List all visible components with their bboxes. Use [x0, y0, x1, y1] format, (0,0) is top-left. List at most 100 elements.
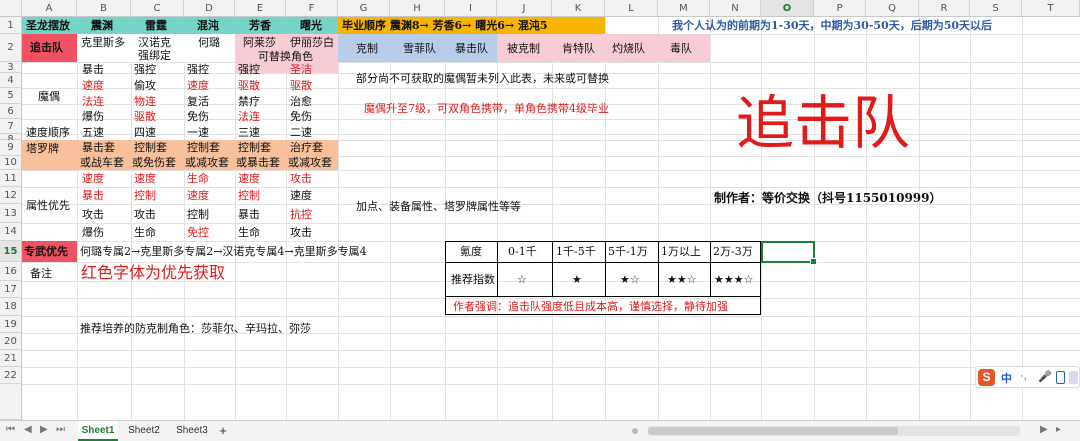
puppet-b-2[interactable]: 速度	[82, 78, 104, 93]
cell-d1[interactable]: 混沌	[197, 18, 219, 33]
cell-j2[interactable]: 被克制	[507, 41, 540, 56]
col-header-q[interactable]: Q	[866, 0, 919, 17]
puppet-d-4[interactable]: 免伤	[187, 109, 209, 124]
cell-speed-label[interactable]: 速度顺序	[26, 125, 70, 140]
row-header-1[interactable]: 1	[0, 17, 22, 34]
attr-c-3[interactable]: 攻击	[134, 207, 156, 222]
puppet-b-4[interactable]: 爆伤	[82, 109, 104, 124]
microphone-icon[interactable]: 🎤	[1038, 370, 1052, 383]
cell-k2[interactable]: 肯特队	[562, 41, 595, 56]
col-header-s[interactable]: S	[970, 0, 1022, 17]
cell-exclusive-label[interactable]: 专武优先	[24, 244, 68, 259]
row-header-21[interactable]: 21	[0, 350, 22, 367]
tarot-c-1[interactable]: 控制套	[134, 140, 167, 155]
rating-star-2[interactable]: ★	[572, 272, 582, 287]
speed-e[interactable]: 三速	[238, 125, 260, 140]
col-header-m[interactable]: M	[658, 0, 710, 17]
col-header-i[interactable]: I	[445, 0, 497, 17]
rating-warning[interactable]: 作者强调：追击队强度低且成本高，谨慎选择，静待加强	[453, 299, 728, 314]
scroll-right-icon[interactable]: ▶	[1040, 424, 1048, 435]
sogou-logo-icon[interactable]: S	[978, 369, 995, 386]
puppet-d-1[interactable]: 强控	[187, 62, 209, 77]
attr-d-1[interactable]: 生命	[187, 171, 209, 186]
recommend-text[interactable]: 推荐培养的防克制角色：莎菲尔、辛玛拉、弥莎	[80, 321, 311, 336]
speed-f[interactable]: 二速	[290, 125, 312, 140]
puppet-c-2[interactable]: 偷攻	[134, 78, 156, 93]
cell-c2-line2[interactable]: 强绑定	[138, 48, 171, 63]
puppet-d-3[interactable]: 复活	[187, 94, 209, 109]
cell-f1[interactable]: 曙光	[300, 18, 322, 33]
attr-e-3[interactable]: 暴击	[238, 207, 260, 222]
puppet-f-4[interactable]: 免伤	[290, 109, 312, 124]
attr-f-1[interactable]: 攻击	[290, 171, 312, 186]
col-header-e[interactable]: E	[235, 0, 286, 17]
cell-f2[interactable]: 伊丽莎白	[290, 35, 334, 50]
scroll-end-icon[interactable]: ▸	[1056, 424, 1061, 435]
cell-tarot-label[interactable]: 塔罗牌	[26, 141, 59, 156]
row-header-5[interactable]: 5	[0, 88, 22, 104]
attr-e-1[interactable]: 速度	[238, 171, 260, 186]
puppet-e-2[interactable]: 驱散	[238, 78, 260, 93]
col-header-h[interactable]: H	[390, 0, 445, 17]
row-header-12[interactable]: 12	[0, 187, 22, 204]
attr-note[interactable]: 加点、装备属性、塔罗牌属性等等	[356, 199, 521, 214]
attr-b-1[interactable]: 速度	[82, 171, 104, 186]
first-sheet-icon[interactable]: ⏮	[6, 424, 15, 435]
cell-h2[interactable]: 雪菲队	[403, 41, 436, 56]
col-header-a[interactable]: A	[22, 0, 77, 17]
cell-g1[interactable]: 毕业顺序 震渊8→ 芳香6→ 曙光6→ 混沌5	[342, 18, 548, 33]
puppet-c-1[interactable]: 强控	[134, 62, 156, 77]
row-header-4[interactable]: 4	[0, 73, 22, 88]
attr-c-4[interactable]: 生命	[134, 225, 156, 240]
attr-e-4[interactable]: 生命	[238, 225, 260, 240]
last-sheet-icon[interactable]: ⏭	[56, 424, 65, 435]
author-credit[interactable]: 制作者：等价交换（抖号1155010999）	[714, 191, 942, 206]
puppet-e-3[interactable]: 禁疗	[238, 94, 260, 109]
row-header-2[interactable]: 2	[0, 34, 22, 62]
tarot-e-1[interactable]: 控制套	[238, 140, 271, 155]
speed-d[interactable]: 一速	[187, 125, 209, 140]
row-header-16[interactable]: 16	[0, 262, 22, 281]
fill-handle[interactable]	[810, 258, 817, 265]
puppet-f-1[interactable]: 圣洁	[290, 62, 312, 77]
attr-f-3[interactable]: 抗控	[290, 207, 312, 222]
col-header-r[interactable]: R	[919, 0, 970, 17]
tarot-e-2[interactable]: 或暴击套	[236, 155, 280, 170]
ime-lang-toggle[interactable]: 中	[1001, 370, 1012, 386]
col-header-p[interactable]: P	[814, 0, 866, 17]
row-header-11[interactable]: 11	[0, 170, 22, 187]
rating-header-5[interactable]: 2万-3万	[713, 244, 753, 259]
cell-m2[interactable]: 毒队	[670, 41, 692, 56]
exclusive-order[interactable]: 何璐专属2→克里斯多专属2→汉诺克专属4→克里斯多专属4	[80, 244, 367, 259]
tarot-b-1[interactable]: 暴击套	[82, 140, 115, 155]
col-header-f[interactable]: F	[286, 0, 338, 17]
col-header-k[interactable]: K	[552, 0, 605, 17]
row-header-6[interactable]: 6	[0, 104, 22, 119]
attr-c-1[interactable]: 速度	[134, 171, 156, 186]
tab-sheet1[interactable]: Sheet1	[78, 421, 118, 441]
row-header-19[interactable]: 19	[0, 316, 22, 333]
cell-puppet-label[interactable]: 魔偶	[38, 89, 60, 104]
speed-b[interactable]: 五速	[82, 125, 104, 140]
attr-f-2[interactable]: 速度	[290, 188, 312, 203]
puppet-note-2[interactable]: 魔偶升至7级，可双角色携带，单角色携带4级毕业	[364, 101, 609, 116]
rating-row-label[interactable]: 推荐指数	[451, 272, 495, 287]
attr-b-4[interactable]: 爆伤	[82, 225, 104, 240]
attr-d-3[interactable]: 控制	[187, 207, 209, 222]
cell-a1[interactable]: 圣龙摆放	[26, 18, 70, 33]
attr-d-4[interactable]: 免控	[187, 225, 209, 240]
cell-attr-label[interactable]: 属性优先	[26, 198, 70, 213]
col-header-n[interactable]: N	[710, 0, 761, 17]
cell-a2[interactable]: 追击队	[30, 40, 63, 55]
col-header-d[interactable]: D	[184, 0, 235, 17]
scrollbar-thumb[interactable]	[648, 427, 898, 435]
puppet-f-2[interactable]: 驱散	[290, 78, 312, 93]
attr-d-2[interactable]: 速度	[187, 188, 209, 203]
cell-d2[interactable]: 何璐	[198, 35, 220, 50]
spreadsheet-grid[interactable]: A B C D E F G H I J K L M N O P Q R S T …	[0, 0, 1080, 420]
note-text[interactable]: 红色字体为优先获取	[81, 263, 225, 283]
puppet-b-3[interactable]: 法连	[82, 94, 104, 109]
cell-b1[interactable]: 震渊	[91, 18, 113, 33]
col-header-g[interactable]: G	[338, 0, 390, 17]
attr-f-4[interactable]: 攻击	[290, 225, 312, 240]
